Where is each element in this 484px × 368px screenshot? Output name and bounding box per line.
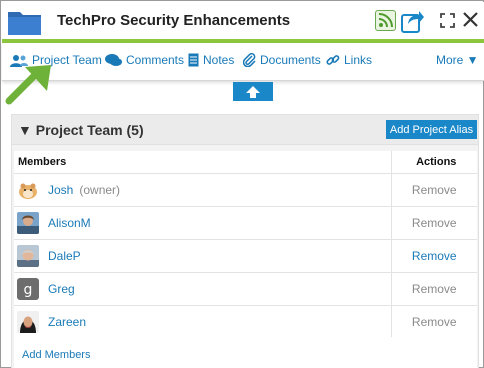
expand-icon[interactable]: [440, 13, 455, 28]
member-name-link[interactable]: DaleP: [48, 249, 81, 263]
remove-link[interactable]: Remove: [390, 206, 477, 240]
page-title: TechPro Security Enhancements: [57, 12, 291, 29]
paperclip-icon: [243, 53, 256, 67]
member-name-link[interactable]: Greg: [48, 282, 75, 296]
table-row: g Greg Remove: [14, 272, 477, 306]
member-name-link[interactable]: AlisonM: [48, 216, 91, 230]
letter-g-avatar: g: [17, 277, 39, 300]
table-header-row: Members Actions: [14, 151, 477, 174]
hamster-avatar: [17, 178, 39, 201]
members-column-header: Members: [14, 151, 391, 174]
add-members-link[interactable]: Add Members: [22, 349, 90, 361]
tab-label: Notes: [203, 53, 235, 67]
panel-header: ▼ Project Team (5) Add Project Alias: [12, 115, 478, 145]
tab-documents[interactable]: Documents: [243, 53, 321, 67]
svg-text:g: g: [24, 282, 33, 298]
remove-link[interactable]: Remove: [390, 305, 477, 339]
rss-icon[interactable]: [375, 10, 396, 31]
tab-bar: Project Team Comments Notes Documents Li…: [2, 43, 484, 81]
table-row: Zareen Remove: [14, 305, 477, 339]
photo-avatar: [17, 244, 39, 267]
photo-avatar: [17, 310, 39, 333]
close-icon[interactable]: [462, 11, 479, 28]
folder-icon: [8, 12, 41, 35]
link-icon: [326, 55, 340, 65]
actions-column-header: Actions: [390, 151, 477, 174]
share-icon[interactable]: [401, 7, 425, 33]
member-name-link[interactable]: Josh: [48, 183, 73, 197]
project-team-panel: ▼ Project Team (5) Add Project Alias Mem…: [11, 114, 479, 368]
window-header: TechPro Security Enhancements: [2, 2, 484, 40]
project-window: TechPro Security Enhancements Project Te…: [0, 0, 484, 368]
member-name-link[interactable]: Zareen: [48, 315, 86, 329]
member-role: (owner): [79, 182, 121, 197]
annotation-arrow-icon: [5, 65, 51, 105]
more-menu[interactable]: More ▼: [436, 53, 479, 67]
note-icon: [188, 53, 199, 67]
arrow-up-icon: [246, 85, 260, 98]
table-row: DaleP Remove: [14, 239, 477, 273]
table-row: Josh (owner) Remove: [14, 173, 477, 207]
remove-link[interactable]: Remove: [390, 173, 477, 207]
tab-notes[interactable]: Notes: [188, 53, 234, 67]
speech-bubble-icon: [105, 53, 122, 66]
add-project-alias-button[interactable]: Add Project Alias: [386, 120, 477, 139]
members-table: Members Actions Josh (owner) Remove Alis…: [14, 151, 477, 339]
remove-link[interactable]: Remove: [390, 272, 477, 306]
photo-avatar: [17, 211, 39, 234]
tab-label: Comments: [126, 53, 185, 67]
tab-label: Documents: [260, 53, 321, 67]
tab-label: Links: [344, 53, 373, 67]
remove-link[interactable]: Remove: [390, 239, 477, 273]
table-row: AlisonM Remove: [14, 206, 477, 240]
tab-comments[interactable]: Comments: [105, 53, 184, 67]
panel-title[interactable]: ▼ Project Team (5): [18, 122, 144, 138]
collapse-up-button[interactable]: [233, 82, 273, 101]
tab-links[interactable]: Links: [326, 53, 372, 67]
